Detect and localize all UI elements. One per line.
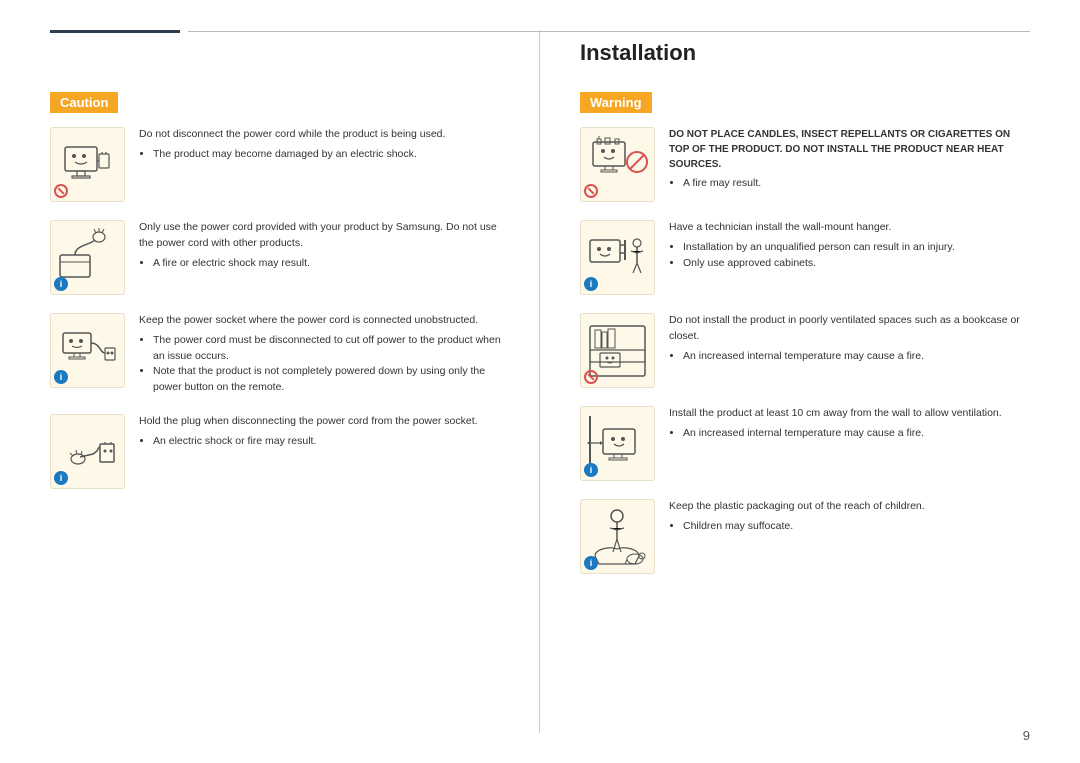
caution-bullet-1-1: The product may become damaged by an ele… [153,147,509,163]
top-rule-dark [50,30,180,33]
caution-bullet-4-1: An electric shock or fire may result. [153,434,509,450]
caution-item-1: Do not disconnect the power cord while t… [50,127,509,202]
install-item-3: Do not install the product in poorly ven… [580,313,1030,388]
info-badge-i5: i [584,556,598,570]
no-symbol-badge-i1 [584,184,598,198]
caution-main-1: Do not disconnect the power cord while t… [139,127,509,143]
info-badge-i2: i [584,277,598,291]
install-bullet-1-1: A fire may result. [683,176,1030,192]
no-symbol-badge [54,184,68,198]
install-illus-2: i [580,220,655,295]
right-column: Installation Warning [540,30,1030,733]
install-text-5: Keep the plastic packaging out of the re… [669,499,1030,535]
info-badge-i4: i [584,463,598,477]
install-illus-3 [580,313,655,388]
caution-item-4: i Hold the plug when disconnecting the p… [50,414,509,489]
caution-main-4: Hold the plug when disconnecting the pow… [139,414,509,430]
install-bullet-4-1: An increased internal temperature may ca… [683,426,1030,442]
caution-illus-2: i [50,220,125,295]
install-main-3: Do not install the product in poorly ven… [669,313,1030,345]
install-item-2: i Have a technician install the wall-mou… [580,220,1030,295]
install-illus-1 [580,127,655,202]
install-main-4: Install the product at least 10 cm away … [669,406,1030,422]
install-text-3: Do not install the product in poorly ven… [669,313,1030,364]
install-bullet-2-1: Installation by an unqualified person ca… [683,240,1030,256]
install-bullet-5-1: Children may suffocate. [683,519,1030,535]
install-illus-5: i [580,499,655,574]
left-column: Caution [50,30,540,733]
install-main-2: Have a technician install the wall-mount… [669,220,1030,236]
install-bullet-2-2: Only use approved cabinets. [683,256,1030,272]
install-item-5: i Keep the plastic packaging out of the … [580,499,1030,574]
install-main-5: Keep the plastic packaging out of the re… [669,499,1030,515]
install-item-1: DO NOT PLACE CANDLES, INSECT REPELLANTS … [580,127,1030,202]
caution-bullet-3-1: The power cord must be disconnected to c… [153,333,509,365]
info-badge-4: i [54,471,68,485]
install-main-1: DO NOT PLACE CANDLES, INSECT REPELLANTS … [669,127,1030,172]
info-badge-2: i [54,277,68,291]
caution-text-1: Do not disconnect the power cord while t… [139,127,509,163]
page-number: 9 [1023,728,1030,743]
caution-item-2: i Only use the power cord provided with … [50,220,509,295]
caution-bullet-3-2: Note that the product is not completely … [153,364,509,396]
caution-label: Caution [50,80,509,127]
warning-label: Warning [580,80,1030,127]
caution-item-3: i Keep the power socket where the power … [50,313,509,396]
caution-text-4: Hold the plug when disconnecting the pow… [139,414,509,450]
installation-title: Installation [580,40,1030,66]
install-illus-4: i [580,406,655,481]
caution-text-2: Only use the power cord provided with yo… [139,220,509,271]
install-item-4: i Install the product at least 10 cm awa… [580,406,1030,481]
caution-main-3: Keep the power socket where the power co… [139,313,509,329]
caution-bullet-2-1: A fire or electric shock may result. [153,256,509,272]
no-symbol-badge-i3 [584,370,598,384]
info-badge-3: i [54,370,68,384]
warning-badge: Warning [580,92,652,113]
caution-badge: Caution [50,92,118,113]
caution-illus-4: i [50,414,125,489]
top-rule-light [188,31,1030,32]
caution-illus-1 [50,127,125,202]
caution-text-3: Keep the power socket where the power co… [139,313,509,396]
top-rule [50,30,1030,33]
caution-illus-3: i [50,313,125,388]
install-text-4: Install the product at least 10 cm away … [669,406,1030,442]
install-text-2: Have a technician install the wall-mount… [669,220,1030,271]
install-bullet-3-1: An increased internal temperature may ca… [683,349,1030,365]
caution-main-2: Only use the power cord provided with yo… [139,220,509,252]
install-text-1: DO NOT PLACE CANDLES, INSECT REPELLANTS … [669,127,1030,192]
